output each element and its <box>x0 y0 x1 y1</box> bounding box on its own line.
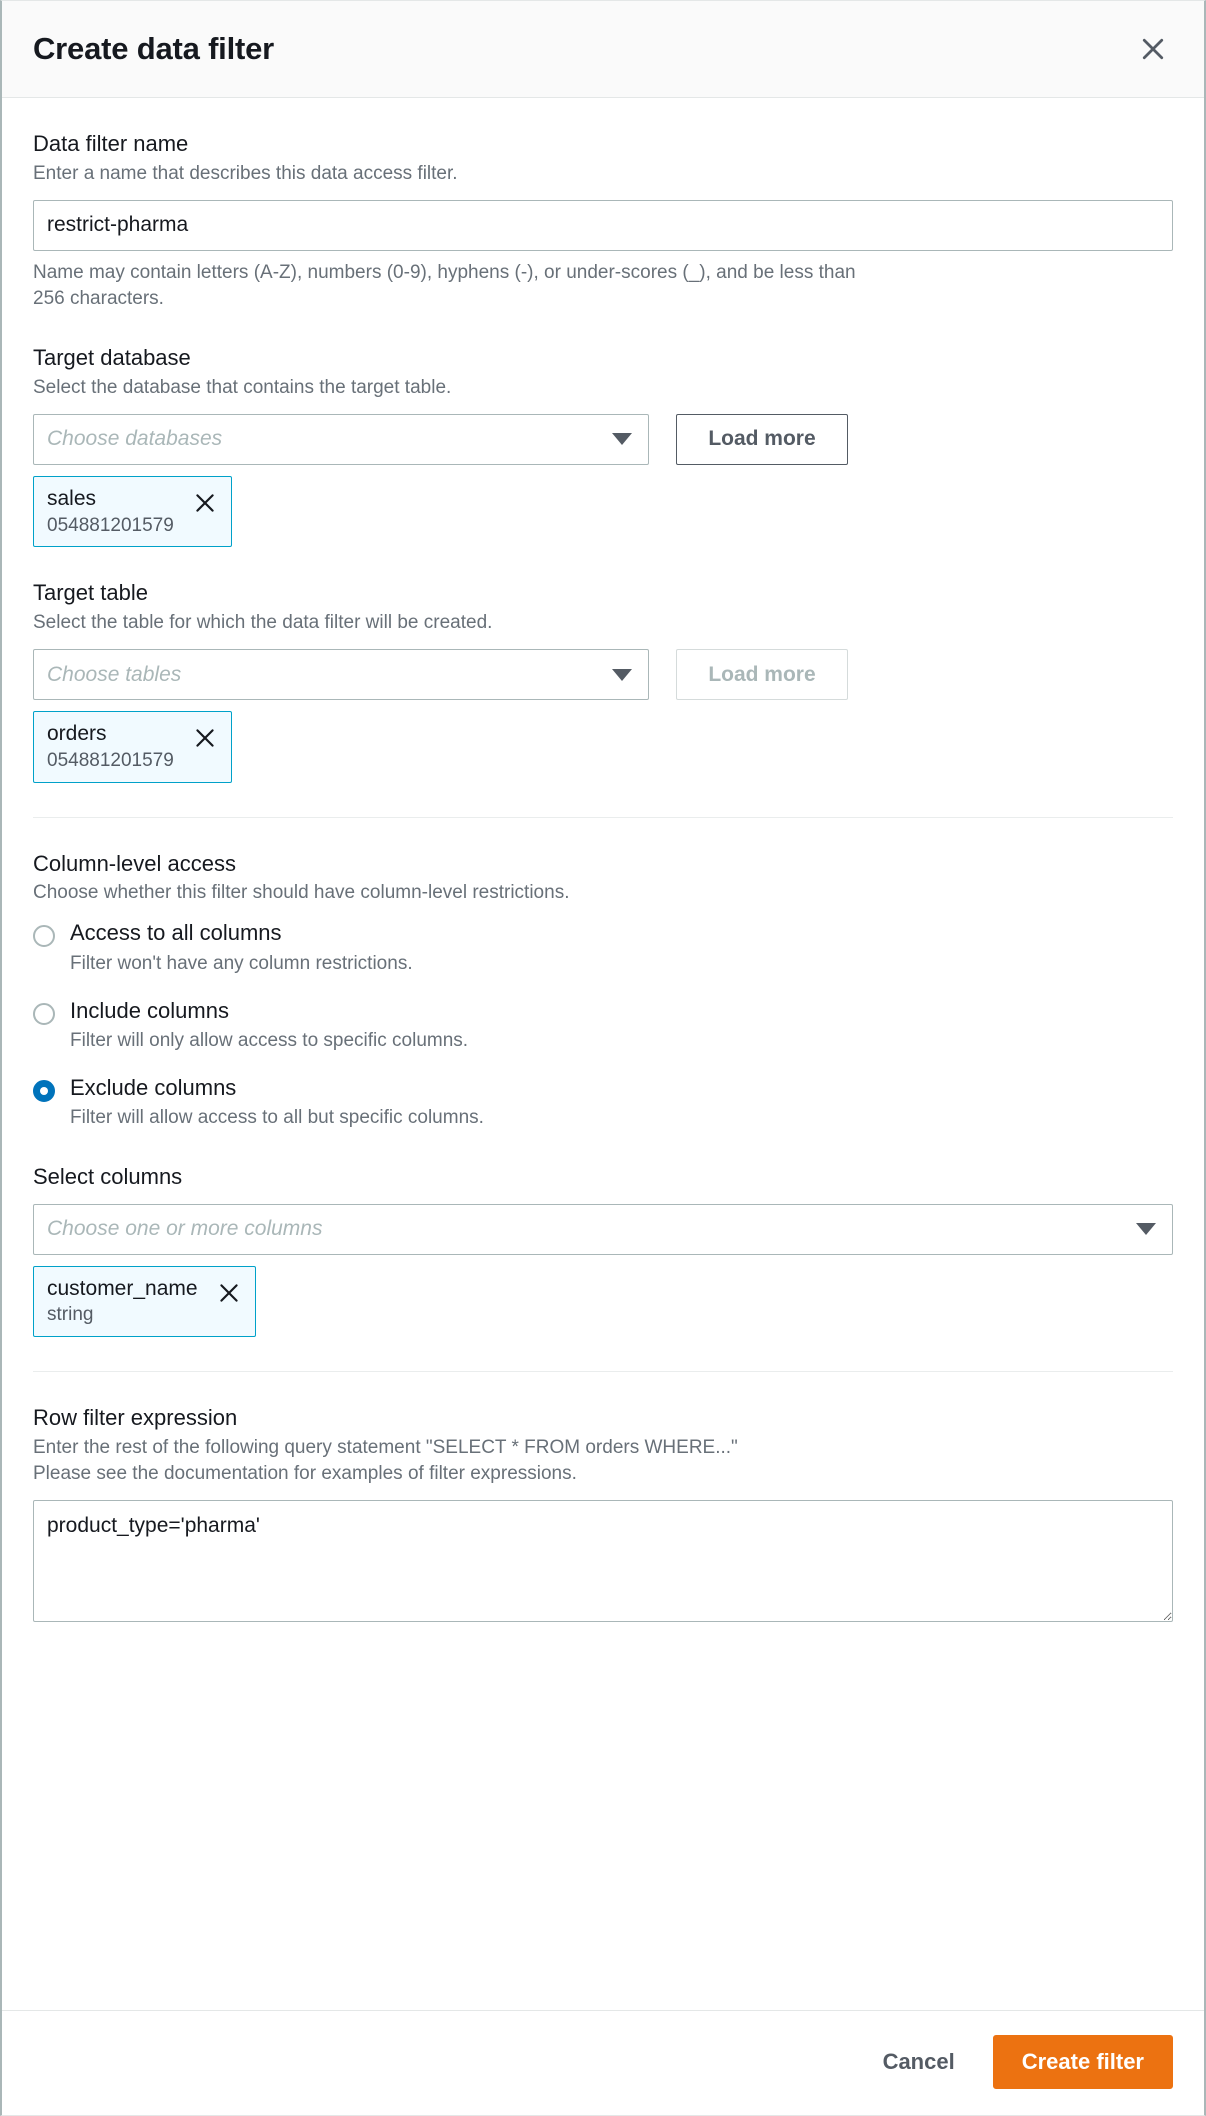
target-database-select[interactable]: Choose databases <box>33 414 649 465</box>
token-label: sales <box>47 487 174 512</box>
target-database-load-more-button[interactable]: Load more <box>676 414 848 465</box>
row-filter-textarea[interactable]: product_type='pharma' <box>33 1500 1173 1622</box>
token[interactable]: sales 054881201579 <box>33 476 232 548</box>
target-database-description: Select the database that contains the ta… <box>33 375 1173 401</box>
data-filter-name-description: Enter a name that describes this data ac… <box>33 161 1173 187</box>
chevron-down-icon <box>612 433 632 445</box>
radio-label: Exclude columns <box>70 1074 484 1103</box>
data-filter-name-hint: Name may contain letters (A-Z), numbers … <box>33 260 863 312</box>
target-table-label: Target table <box>33 579 1173 607</box>
select-columns-label: Select columns <box>33 1163 1173 1191</box>
close-button[interactable] <box>1131 27 1175 71</box>
token-label: customer_name <box>47 1277 198 1302</box>
field-target-database: Target database Select the database that… <box>33 344 1173 547</box>
radio-label: Include columns <box>70 997 468 1026</box>
radio-texts: Include columns Filter will only allow a… <box>70 997 468 1054</box>
radio-description: Filter will only allow access to specifi… <box>70 1028 468 1054</box>
chevron-down-icon <box>612 669 632 681</box>
select-columns-placeholder: Choose one or more columns <box>47 1217 322 1241</box>
token-close-icon[interactable] <box>192 487 218 516</box>
section-divider <box>33 817 1173 818</box>
token-texts: customer_name string <box>47 1277 198 1328</box>
create-data-filter-modal: Create data filter Data filter name Ente… <box>0 0 1206 2116</box>
chevron-down-icon <box>1136 1223 1156 1235</box>
radio-description: Filter will allow access to all but spec… <box>70 1105 484 1131</box>
token-texts: orders 054881201579 <box>47 722 174 773</box>
radio-label: Access to all columns <box>70 919 413 948</box>
token-sublabel: 054881201579 <box>47 749 174 773</box>
target-table-tokens: orders 054881201579 <box>33 711 1173 783</box>
data-filter-name-label: Data filter name <box>33 130 1173 158</box>
target-database-placeholder: Choose databases <box>47 427 222 451</box>
modal-header: Create data filter <box>2 1 1204 98</box>
radio-texts: Access to all columns Filter won't have … <box>70 919 413 976</box>
modal-body: Data filter name Enter a name that descr… <box>2 98 1204 2010</box>
target-database-tokens: sales 054881201579 <box>33 476 1173 548</box>
token-sublabel: string <box>47 1303 198 1327</box>
field-select-columns: Select columns Choose one or more column… <box>33 1163 1173 1337</box>
field-row-filter-expression: Row filter expression Enter the rest of … <box>33 1404 1173 1622</box>
radio-access-to-all-columns[interactable]: Access to all columns Filter won't have … <box>33 919 1173 976</box>
column-level-access-label: Column-level access <box>33 850 1173 878</box>
section-divider <box>33 1371 1173 1372</box>
page-title: Create data filter <box>33 31 1131 67</box>
token[interactable]: orders 054881201579 <box>33 711 232 783</box>
target-table-load-more-button[interactable]: Load more <box>676 649 848 700</box>
row-filter-description-line1: Enter the rest of the following query st… <box>33 1435 1173 1461</box>
token-label: orders <box>47 722 174 747</box>
token-texts: sales 054881201579 <box>47 487 174 538</box>
radio-icon <box>33 1003 55 1025</box>
radio-include-columns[interactable]: Include columns Filter will only allow a… <box>33 997 1173 1054</box>
data-filter-name-input[interactable] <box>33 200 1173 251</box>
target-table-select[interactable]: Choose tables <box>33 649 649 700</box>
radio-icon <box>33 925 55 947</box>
token[interactable]: customer_name string <box>33 1266 256 1338</box>
row-filter-description-line2: Please see the documentation for example… <box>33 1461 1173 1487</box>
field-target-table: Target table Select the table for which … <box>33 579 1173 782</box>
create-filter-button[interactable]: Create filter <box>993 2035 1173 2089</box>
close-icon <box>1138 34 1168 64</box>
target-table-description: Select the table for which the data filt… <box>33 610 1173 636</box>
radio-texts: Exclude columns Filter will allow access… <box>70 1074 484 1131</box>
token-close-icon[interactable] <box>192 722 218 751</box>
token-sublabel: 054881201579 <box>47 514 174 538</box>
target-database-label: Target database <box>33 344 1173 372</box>
row-filter-label: Row filter expression <box>33 1404 1173 1432</box>
cancel-button[interactable]: Cancel <box>869 2039 969 2085</box>
radio-exclude-columns[interactable]: Exclude columns Filter will allow access… <box>33 1074 1173 1131</box>
select-columns-select[interactable]: Choose one or more columns <box>33 1204 1173 1255</box>
target-table-row: Choose tables Load more <box>33 649 1173 700</box>
field-data-filter-name: Data filter name Enter a name that descr… <box>33 130 1173 312</box>
column-level-access-description: Choose whether this filter should have c… <box>33 880 1173 906</box>
modal-footer: Cancel Create filter <box>2 2010 1204 2115</box>
column-level-access-radio-group: Access to all columns Filter won't have … <box>33 919 1173 1131</box>
radio-icon-selected <box>33 1080 55 1102</box>
radio-description: Filter won't have any column restriction… <box>70 951 413 977</box>
target-database-row: Choose databases Load more <box>33 414 1173 465</box>
target-table-placeholder: Choose tables <box>47 663 181 687</box>
field-column-level-access: Column-level access Choose whether this … <box>33 850 1173 1131</box>
select-columns-tokens: customer_name string <box>33 1266 1173 1338</box>
token-close-icon[interactable] <box>216 1277 242 1306</box>
